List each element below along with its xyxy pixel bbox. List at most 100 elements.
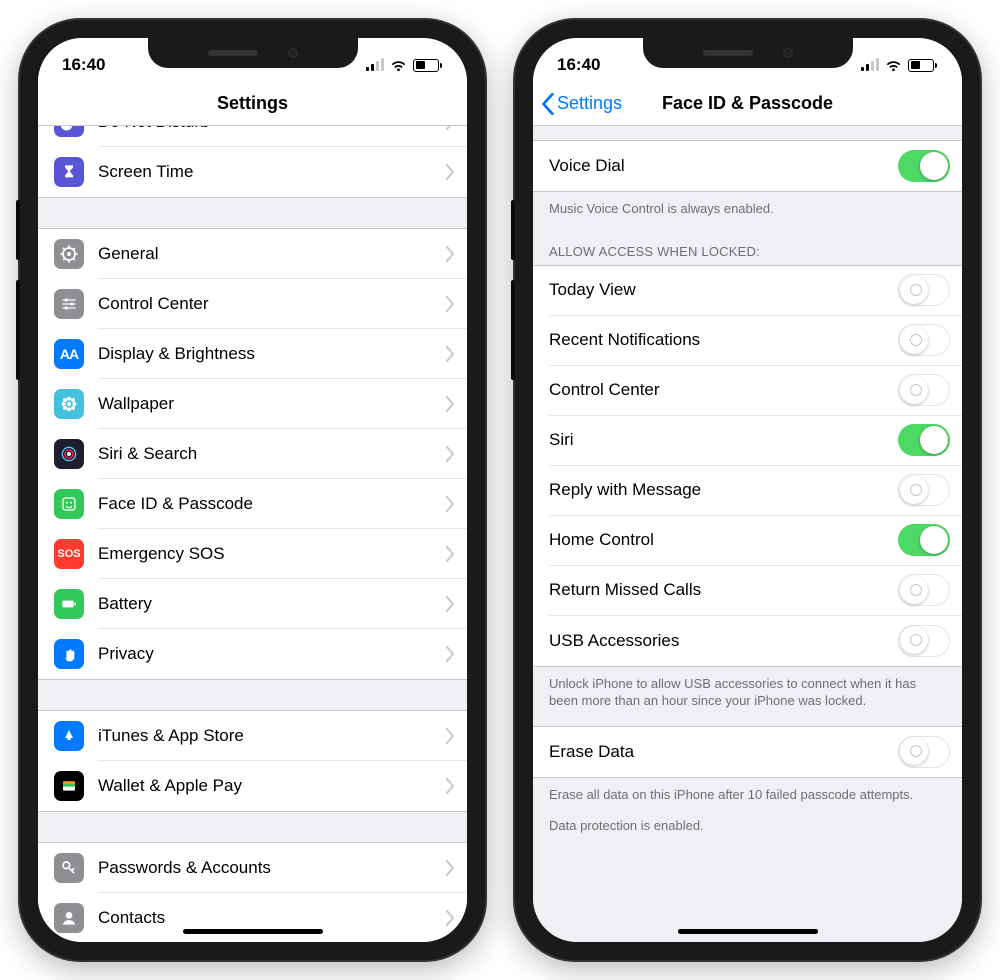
- nav-bar: Settings Face ID & Passcode: [533, 82, 962, 126]
- settings-row-screen-time[interactable]: Screen Time: [38, 147, 467, 197]
- settings-row-emergency-sos[interactable]: SOSEmergency SOS: [38, 529, 467, 579]
- voice-dial-group: Voice Dial: [533, 140, 962, 192]
- list-group-2: General Control Center AA Display & Brightn…: [38, 228, 467, 680]
- chevron-right-icon: [445, 778, 455, 794]
- settings-row-wallpaper[interactable]: Wallpaper: [38, 379, 467, 429]
- settings-row-wallet-apple-pay[interactable]: Wallet & Apple Pay: [38, 761, 467, 811]
- siri-icon: [54, 439, 84, 469]
- chevron-right-icon: [445, 446, 455, 462]
- toggle-return-missed-calls[interactable]: [898, 574, 950, 606]
- battery-icon: [413, 59, 439, 72]
- row-label: Wallpaper: [98, 394, 174, 414]
- row-label: General: [98, 244, 158, 264]
- home-indicator[interactable]: [183, 929, 323, 934]
- signal-icon: [861, 59, 879, 71]
- row-label: Wallet & Apple Pay: [98, 776, 242, 796]
- back-label: Settings: [557, 93, 622, 114]
- chevron-right-icon: [445, 246, 455, 262]
- row-label: Passwords & Accounts: [98, 858, 271, 878]
- notch: [148, 38, 358, 68]
- toggle-home-control[interactable]: [898, 524, 950, 556]
- row-label: Emergency SOS: [98, 544, 225, 564]
- settings-row-passwords-accounts[interactable]: Passwords & Accounts: [38, 843, 467, 893]
- toggle-today-view[interactable]: [898, 274, 950, 306]
- notch: [643, 38, 853, 68]
- phone-left: 16:40 Settings Do Not DisturbScreen Time…: [20, 20, 485, 960]
- usb-footer: Unlock iPhone to allow USB accessories t…: [533, 667, 962, 720]
- page-title: Face ID & Passcode: [662, 93, 833, 114]
- row-return-missed-calls[interactable]: Return Missed Calls: [533, 566, 962, 616]
- status-icons: [861, 59, 938, 72]
- battery-icon: [908, 59, 934, 72]
- list-group-4: Passwords & Accounts Contacts: [38, 842, 467, 942]
- face-icon: [54, 489, 84, 519]
- toggle-control-center[interactable]: [898, 374, 950, 406]
- row-usb-accessories[interactable]: USB Accessories: [533, 616, 962, 666]
- row-label: Control Center: [549, 380, 660, 400]
- chevron-right-icon: [445, 596, 455, 612]
- row-today-view[interactable]: Today View: [533, 266, 962, 316]
- row-recent-notifications[interactable]: Recent Notifications: [533, 316, 962, 366]
- toggle-voice-dial[interactable]: [898, 150, 950, 182]
- row-control-center[interactable]: Control Center: [533, 366, 962, 416]
- erase-footer-1: Erase all data on this iPhone after 10 f…: [533, 778, 962, 814]
- wallet-icon: [54, 771, 84, 801]
- toggle-erase-data[interactable]: [898, 736, 950, 768]
- row-label: USB Accessories: [549, 631, 679, 651]
- row-label: Siri: [549, 430, 574, 450]
- settings-row-control-center[interactable]: Control Center: [38, 279, 467, 329]
- settings-row-general[interactable]: General: [38, 229, 467, 279]
- row-siri[interactable]: Siri: [533, 416, 962, 466]
- settings-row-do-not-disturb[interactable]: Do Not Disturb: [38, 126, 467, 147]
- chevron-right-icon: [445, 396, 455, 412]
- row-label: Reply with Message: [549, 480, 701, 500]
- toggle-siri[interactable]: [898, 424, 950, 456]
- settings-row-battery[interactable]: Battery: [38, 579, 467, 629]
- back-button[interactable]: Settings: [541, 93, 622, 115]
- row-label: Face ID & Passcode: [98, 494, 253, 514]
- faceid-list[interactable]: Voice Dial Music Voice Control is always…: [533, 126, 962, 942]
- row-home-control[interactable]: Home Control: [533, 516, 962, 566]
- status-time: 16:40: [62, 55, 105, 75]
- chevron-right-icon: [445, 728, 455, 744]
- row-label: Do Not Disturb: [98, 126, 209, 132]
- toggle-usb-accessories[interactable]: [898, 625, 950, 657]
- home-indicator[interactable]: [678, 929, 818, 934]
- settings-row-privacy[interactable]: Privacy: [38, 629, 467, 679]
- screen: 16:40 Settings Do Not DisturbScreen Time…: [38, 38, 467, 942]
- settings-row-siri-search[interactable]: Siri & Search: [38, 429, 467, 479]
- sliders-icon: [54, 289, 84, 319]
- list-group-3: iTunes & App Store Wallet & Apple Pay: [38, 710, 467, 812]
- key-icon: [54, 853, 84, 883]
- toggle-recent-notifications[interactable]: [898, 324, 950, 356]
- screen: 16:40 Settings Face ID & Passcode: [533, 38, 962, 942]
- chevron-right-icon: [445, 546, 455, 562]
- row-reply-with-message[interactable]: Reply with Message: [533, 466, 962, 516]
- row-label: Today View: [549, 280, 636, 300]
- settings-list[interactable]: Do Not Disturb Screen Time General Control…: [38, 126, 467, 942]
- row-label: Recent Notifications: [549, 330, 700, 350]
- battery-icon: [54, 589, 84, 619]
- row-label: Display & Brightness: [98, 344, 255, 364]
- status-icons: [366, 59, 443, 72]
- chevron-right-icon: [445, 164, 455, 180]
- erase-footer-2: Data protection is enabled.: [533, 813, 962, 845]
- row-erase-data[interactable]: Erase Data: [533, 727, 962, 777]
- aa-icon: AA: [54, 339, 84, 369]
- row-label: Contacts: [98, 908, 165, 928]
- row-label: Voice Dial: [549, 156, 625, 176]
- settings-row-contacts[interactable]: Contacts: [38, 893, 467, 942]
- allow-header: ALLOW ACCESS WHEN LOCKED:: [533, 228, 962, 265]
- erase-group: Erase Data: [533, 726, 962, 778]
- row-voice-dial[interactable]: Voice Dial: [533, 141, 962, 191]
- settings-row-itunes-app-store[interactable]: iTunes & App Store: [38, 711, 467, 761]
- wifi-icon: [885, 59, 902, 72]
- hourglass-icon: [54, 157, 84, 187]
- toggle-reply-with-message[interactable]: [898, 474, 950, 506]
- settings-row-face-id-passcode[interactable]: Face ID & Passcode: [38, 479, 467, 529]
- status-time: 16:40: [557, 55, 600, 75]
- flower-icon: [54, 389, 84, 419]
- settings-row-display-brightness[interactable]: AA Display & Brightness: [38, 329, 467, 379]
- chevron-right-icon: [445, 646, 455, 662]
- chevron-right-icon: [445, 346, 455, 362]
